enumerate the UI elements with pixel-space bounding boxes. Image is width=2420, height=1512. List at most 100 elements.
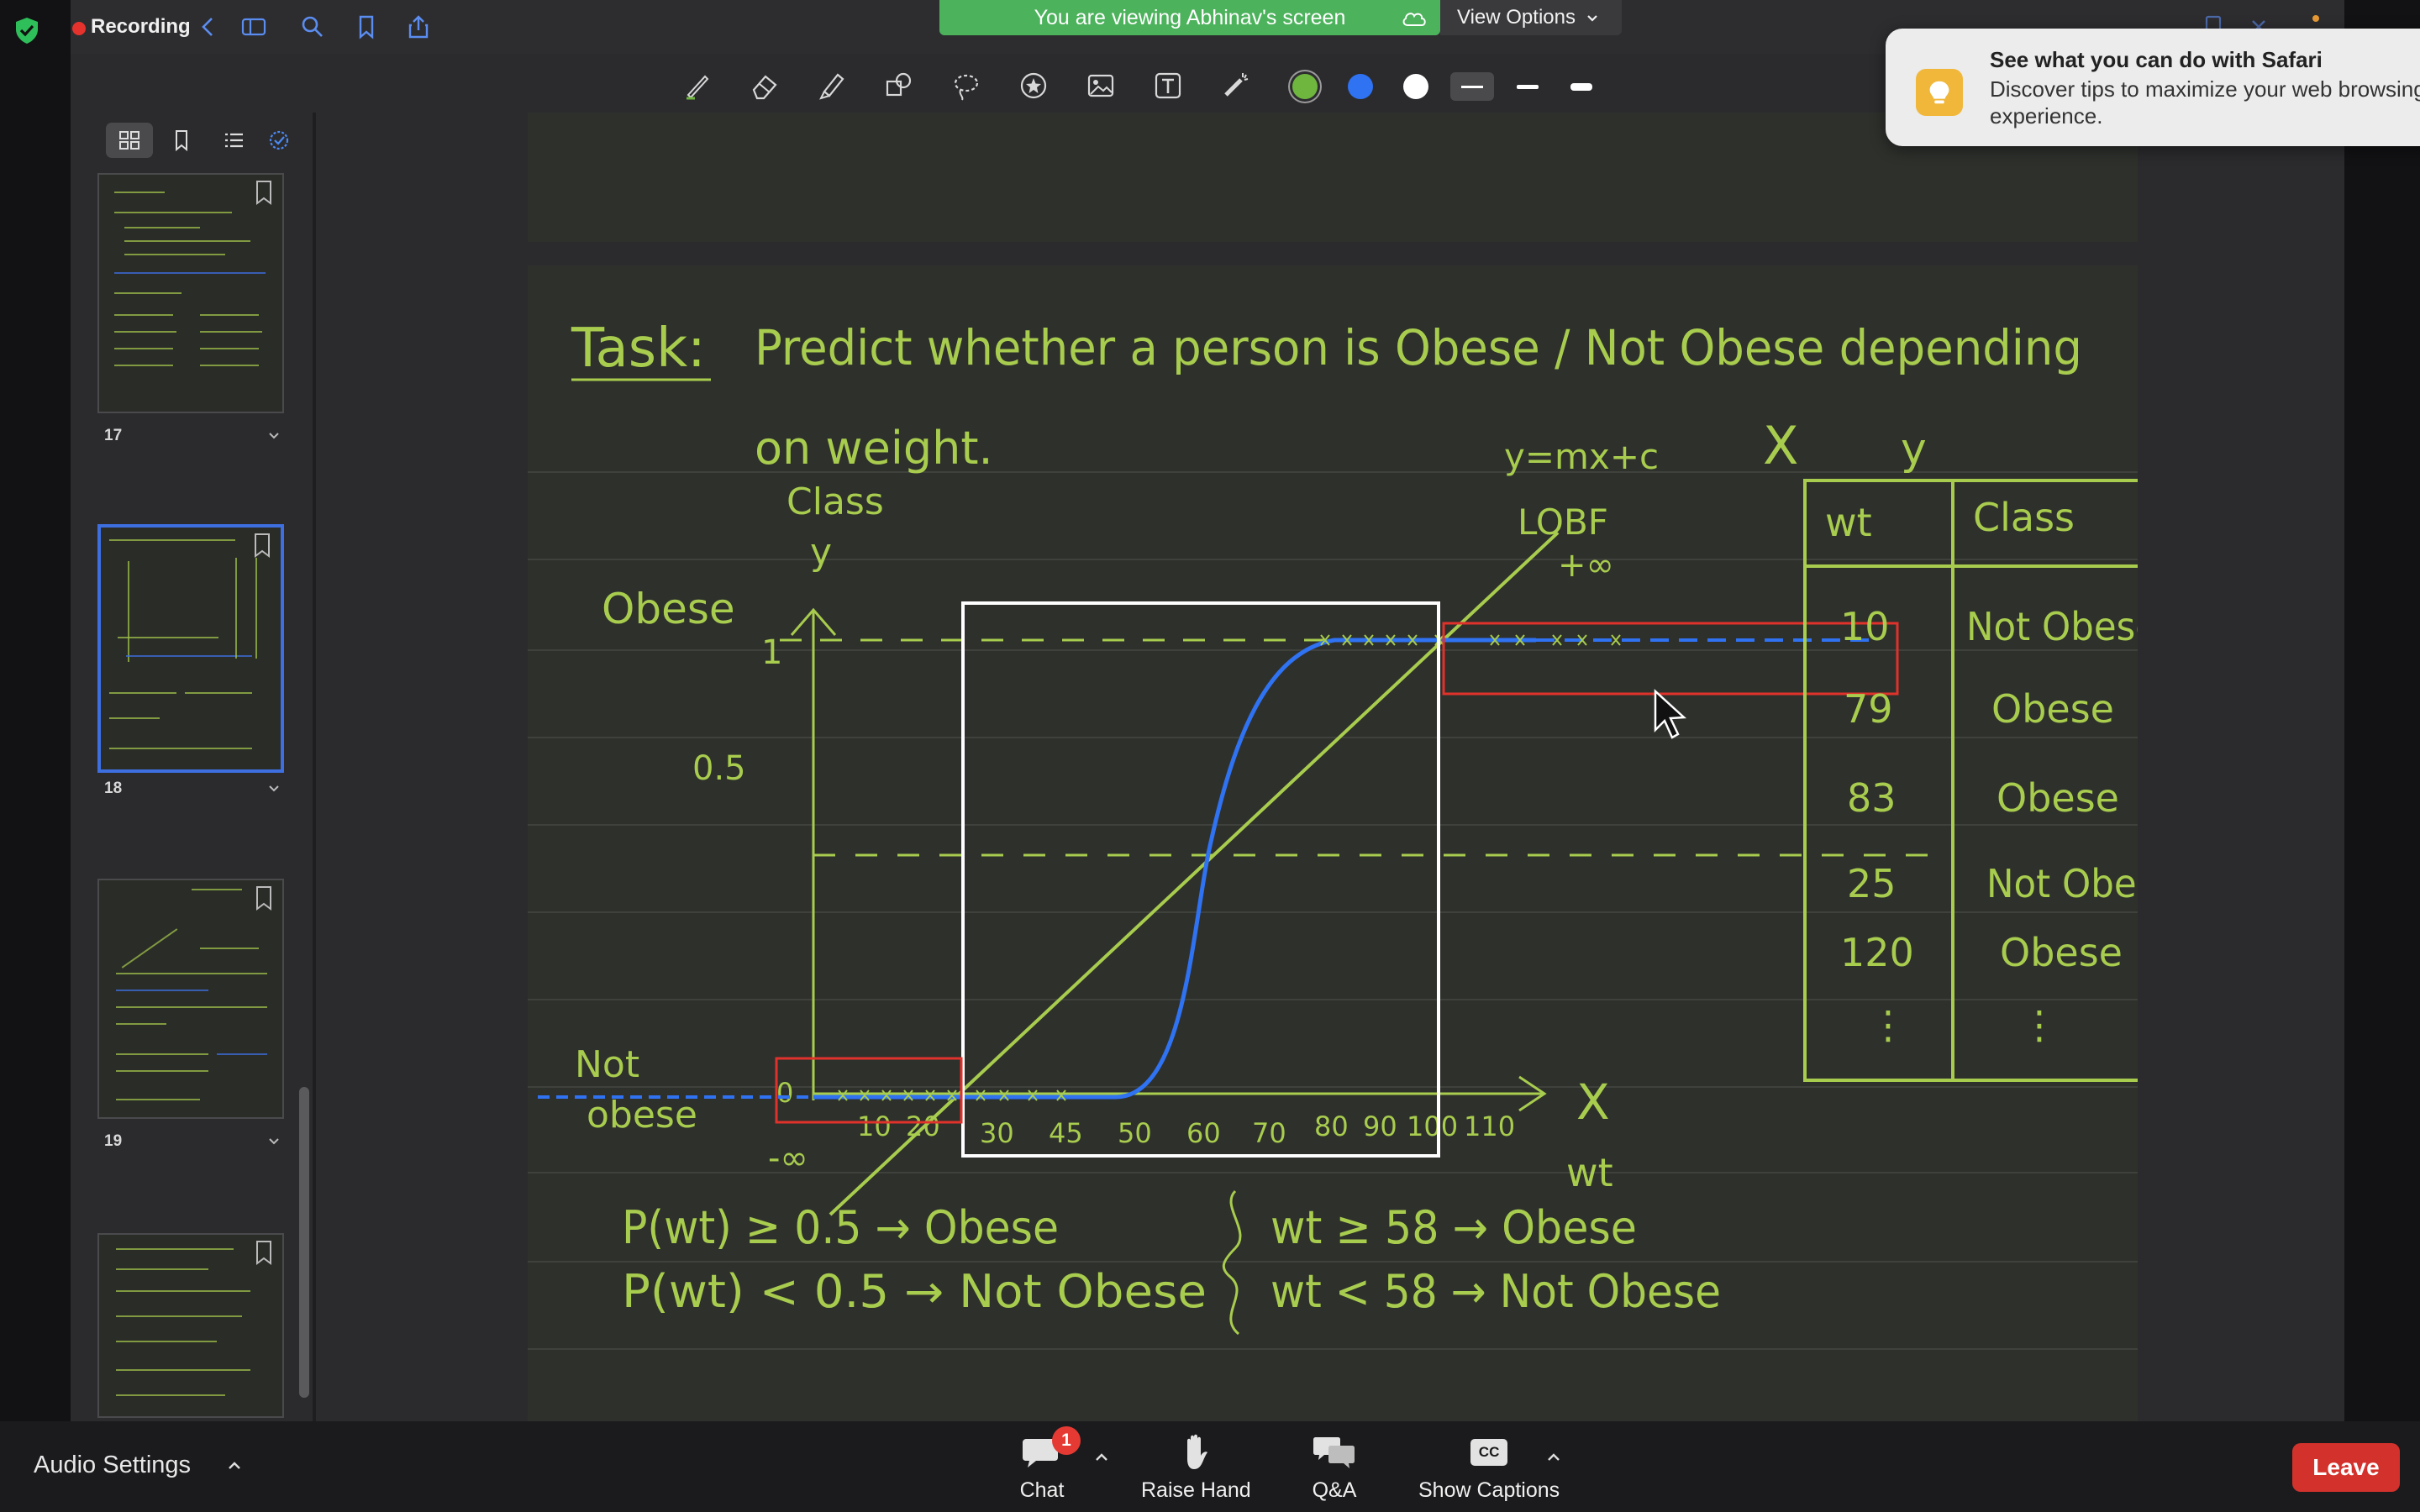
chevron-down-icon[interactable]	[266, 1132, 282, 1149]
chevron-up-icon[interactable]	[1092, 1448, 1111, 1467]
tick-half: 0.5	[692, 749, 746, 788]
show-captions-label: Show Captions	[1418, 1478, 1560, 1502]
line-width-thin[interactable]	[1450, 72, 1494, 101]
chevron-down-icon	[1587, 15, 1597, 22]
plus-infinity-label: +∞	[1558, 546, 1614, 585]
thumbnail-bookmark-icon[interactable]	[254, 180, 274, 205]
table-header-class: Class	[1973, 495, 2075, 540]
bookmark-icon[interactable]	[351, 12, 381, 42]
notification-body: Discover tips to maximize your web brows…	[1990, 76, 2420, 129]
raise-hand-icon	[1172, 1431, 1219, 1473]
bookmarks-tab-icon[interactable]	[158, 123, 205, 158]
line-width-thick[interactable]	[1560, 72, 1603, 101]
search-icon[interactable]	[297, 12, 328, 42]
rule-prob-obese: P(wt) ≥ 0.5 → Obese	[622, 1201, 1059, 1254]
not-obese-label-1: Not	[575, 1043, 639, 1086]
text-tool-icon[interactable]	[1150, 67, 1186, 104]
back-chevron-icon[interactable]	[193, 12, 224, 42]
y-axis-title-y: y	[810, 531, 832, 574]
leave-button[interactable]: Leave	[2292, 1443, 2400, 1492]
handwritten-notes: Task: Predict whether a person is Obese …	[528, 318, 2138, 1350]
sigmoid-curve	[813, 638, 1536, 1100]
minus-infinity-label: -∞	[768, 1139, 808, 1178]
decision-rules: P(wt) ≥ 0.5 → Obese P(wt) < 0.5 → Not Ob…	[622, 1201, 1721, 1318]
note-canvas[interactable]: Task: Predict whether a person is Obese …	[316, 113, 2344, 1425]
grid-view-icon[interactable]	[106, 123, 153, 158]
share-icon[interactable]	[403, 12, 434, 42]
show-captions-button[interactable]: CC Show Captions	[1418, 1431, 1560, 1503]
x-tick-10: 10	[857, 1110, 892, 1142]
x-tick-110: 110	[1464, 1110, 1515, 1142]
safari-notification[interactable]: See what you can do with Safari Discover…	[1886, 29, 2420, 146]
color-swatch-white[interactable]	[1403, 74, 1428, 99]
table-y-heading: y	[1901, 424, 1927, 475]
captions-icon-text: CC	[1470, 1439, 1508, 1466]
sticker-tool-icon[interactable]	[1015, 67, 1052, 104]
x-tick-70: 70	[1252, 1117, 1286, 1149]
red-box-right	[1442, 622, 1899, 696]
color-swatch-green[interactable]	[1292, 74, 1318, 99]
tick-one: 1	[761, 633, 782, 672]
shapes-tool-icon[interactable]	[881, 67, 918, 104]
eraser-tool-icon[interactable]	[746, 67, 783, 104]
table-cell-class: Not Obese	[1966, 604, 2138, 649]
table-cell-wt: 120	[1840, 930, 1914, 975]
page-thumbnail-17[interactable]	[97, 173, 284, 413]
table-cell-class: ⋮	[2020, 1002, 2059, 1047]
table-cell-class: Obese	[2000, 930, 2123, 975]
page-thumbnails-sidebar: 17 18 19	[71, 113, 316, 1421]
qa-button[interactable]: Q&A	[1311, 1431, 1358, 1503]
rule-weight-obese: wt ≥ 58 → Obese	[1270, 1201, 1637, 1254]
pen-tool-icon[interactable]	[679, 67, 716, 104]
x-tick-45: 45	[1049, 1117, 1083, 1149]
x-tick-50: 50	[1118, 1117, 1152, 1149]
white-highlight-box	[961, 601, 1440, 1158]
table-cell-wt: 83	[1847, 775, 1897, 821]
notes-app-window: Recording 17 18 19 Task: Predict whether…	[71, 0, 2420, 1425]
lobf-label: LOBF	[1518, 501, 1608, 543]
chevron-down-icon[interactable]	[266, 780, 282, 796]
obese-label: Obese	[602, 585, 735, 633]
table-cell-wt: 25	[1847, 861, 1897, 906]
x-tick-90: 90	[1363, 1110, 1397, 1142]
share-banner-text: You are viewing Abhinav's screen	[1034, 5, 1346, 29]
page-thumbnail-19[interactable]	[97, 879, 284, 1119]
annotation-toolbar	[674, 62, 1598, 109]
window-right-edge	[2344, 0, 2420, 1512]
line-width-medium[interactable]	[1506, 72, 1549, 101]
recording-label: Recording	[91, 15, 191, 38]
outline-list-icon[interactable]	[210, 123, 257, 158]
x-tick-30: 30	[980, 1117, 1014, 1149]
cloud-icon	[1402, 13, 1426, 26]
laser-pointer-icon[interactable]	[1217, 67, 1254, 104]
view-options-label: View Options	[1457, 6, 1576, 29]
sidebar-toggle-icon[interactable]	[239, 12, 269, 42]
mouse-cursor-icon	[1654, 689, 1687, 739]
notebook-page[interactable]: Task: Predict whether a person is Obese …	[528, 265, 2138, 1425]
qa-icon	[1311, 1431, 1358, 1473]
page-thumbnail-20[interactable]	[97, 1233, 284, 1418]
thumbnail-bookmark-icon[interactable]	[254, 885, 274, 911]
chevron-down-icon[interactable]	[266, 427, 282, 444]
table-header-wt: wt	[1825, 500, 1872, 545]
lasso-tool-icon[interactable]	[948, 67, 985, 104]
chevron-up-icon[interactable]	[225, 1457, 244, 1475]
thumbnail-number: 19	[104, 1132, 123, 1150]
x-tick-60: 60	[1186, 1117, 1221, 1149]
table-cell-wt: 10	[1840, 604, 1890, 649]
thumbnail-bookmark-icon[interactable]	[252, 533, 272, 558]
x-tick-0: 0	[776, 1077, 793, 1109]
audio-settings-button[interactable]: Audio Settings	[34, 1452, 191, 1479]
rule-prob-not-obese: P(wt) < 0.5 → Not Obese	[622, 1265, 1207, 1318]
x-tick-80: 80	[1314, 1110, 1349, 1142]
color-swatch-blue[interactable]	[1348, 74, 1373, 99]
sidebar-scrollbar[interactable]	[299, 1087, 309, 1398]
chevron-up-icon[interactable]	[1544, 1448, 1563, 1467]
raise-hand-button[interactable]: Raise Hand	[1141, 1431, 1251, 1503]
image-tool-icon[interactable]	[1082, 67, 1119, 104]
page-thumbnail-18[interactable]	[97, 524, 284, 773]
highlighter-tool-icon[interactable]	[813, 67, 850, 104]
view-options-button[interactable]: View Options	[1440, 0, 1622, 35]
thumbnail-bookmark-icon[interactable]	[254, 1240, 274, 1265]
settings-badge-icon[interactable]	[255, 123, 302, 158]
